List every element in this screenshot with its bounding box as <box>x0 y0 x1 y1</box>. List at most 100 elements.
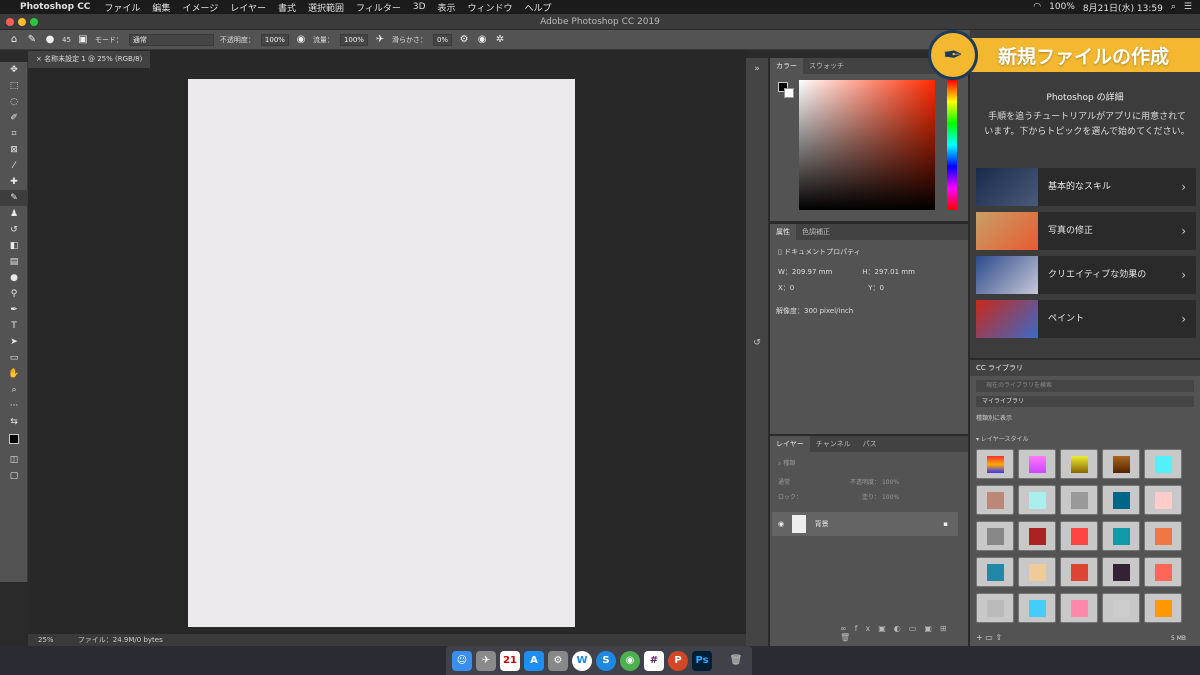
gradient-tool-icon[interactable]: ▤ <box>0 254 28 270</box>
menu-image[interactable]: イメージ <box>182 1 218 14</box>
pressure-size-icon[interactable]: ◉ <box>476 34 488 46</box>
layer-style-swatch[interactable] <box>976 485 1014 515</box>
stamp-tool-icon[interactable]: ♟ <box>0 206 28 222</box>
type-tool-icon[interactable]: T <box>0 318 28 334</box>
layer-style-swatch[interactable] <box>1144 593 1182 623</box>
layer-name[interactable]: 背景 <box>815 520 829 528</box>
layer-style-swatch[interactable] <box>1060 557 1098 587</box>
lasso-tool-icon[interactable]: ◌ <box>0 94 28 110</box>
layer-style-swatch[interactable] <box>1102 449 1140 479</box>
learn-card-basic-skills[interactable]: 基本的なスキル › <box>976 168 1196 206</box>
learn-card-photo-fix[interactable]: 写真の修正 › <box>976 212 1196 250</box>
library-search-input[interactable]: 現在のライブラリを検索 <box>976 380 1194 392</box>
foreground-background-color[interactable] <box>0 430 28 452</box>
brush-preset-icon[interactable]: ✎ <box>26 34 38 46</box>
home-icon[interactable]: ⌂ <box>8 34 20 46</box>
more-tools-icon[interactable]: ··· <box>0 398 28 414</box>
layer-style-swatch[interactable] <box>1018 593 1056 623</box>
fill-input[interactable]: 100% <box>882 494 899 501</box>
eyedropper-tool-icon[interactable]: ⁄ <box>0 158 28 174</box>
chrome-icon[interactable]: ◉ <box>620 650 640 671</box>
layer-actions[interactable]: ∞fx▣◐▭▣⊞🗑 <box>840 624 968 642</box>
layer-style-swatch[interactable] <box>1102 485 1140 515</box>
tab-adjustments[interactable]: 色調補正 <box>796 224 836 240</box>
layer-style-swatch[interactable] <box>1144 557 1182 587</box>
background-color-swatch[interactable] <box>784 88 794 98</box>
wifi-icon[interactable]: ◠ <box>1033 2 1041 12</box>
battery-text[interactable]: 100% <box>1049 2 1075 12</box>
smoothing-input[interactable]: 0% <box>432 33 453 46</box>
layer-style-swatch[interactable] <box>1060 485 1098 515</box>
menu-filter[interactable]: フィルター <box>356 1 401 14</box>
x-value[interactable]: X：0 <box>778 283 794 293</box>
layer-style-swatch[interactable] <box>976 521 1014 551</box>
height-value[interactable]: H：297.01 mm <box>862 267 915 277</box>
powerpoint-icon[interactable]: P <box>668 650 688 671</box>
calendar-icon[interactable]: 21 <box>500 650 520 671</box>
tab-swatches[interactable]: スウォッチ <box>803 58 850 74</box>
layer-filter-select[interactable]: ⌕ 種類 <box>770 452 968 474</box>
layer-style-swatch[interactable] <box>1102 557 1140 587</box>
app-store-icon[interactable]: A <box>524 650 544 671</box>
menu-layer[interactable]: レイヤー <box>230 1 266 14</box>
tab-properties[interactable]: 属性 <box>770 224 796 240</box>
skype-icon[interactable]: S <box>596 650 616 671</box>
menu-edit[interactable]: 編集 <box>152 1 170 14</box>
layer-style-swatch[interactable] <box>1060 521 1098 551</box>
menu-app-name[interactable]: Photoshop CC <box>20 2 90 12</box>
dodge-tool-icon[interactable]: ⚲ <box>0 286 28 302</box>
layer-style-swatch[interactable] <box>1144 449 1182 479</box>
opacity-input[interactable]: 100% <box>260 33 289 46</box>
tab-paths[interactable]: パス <box>857 436 883 452</box>
shape-tool-icon[interactable]: ▭ <box>0 350 28 366</box>
tab-color[interactable]: カラー <box>770 58 803 74</box>
layer-style-swatch[interactable] <box>1144 521 1182 551</box>
symmetry-icon[interactable]: ✲ <box>494 34 506 46</box>
menu-help[interactable]: ヘルプ <box>525 1 552 14</box>
healing-tool-icon[interactable]: ✚ <box>0 174 28 190</box>
menu-file[interactable]: ファイル <box>104 1 140 14</box>
layer-row-background[interactable]: ◉ 背景 ▪ <box>772 512 958 536</box>
layer-style-swatch[interactable] <box>976 593 1014 623</box>
layer-opacity-input[interactable]: 100% <box>882 479 899 486</box>
library-select[interactable]: マイライブラリ <box>976 396 1194 407</box>
photoshop-icon[interactable]: Ps <box>692 650 712 671</box>
launchpad-icon[interactable]: ✈ <box>476 650 496 671</box>
zoom-tool-icon[interactable]: ⌕ <box>0 382 28 398</box>
hand-tool-icon[interactable]: ✋ <box>0 366 28 382</box>
layer-style-swatch[interactable] <box>1018 449 1056 479</box>
color-field[interactable] <box>799 80 935 210</box>
trash-icon[interactable]: 🗑 <box>726 651 746 671</box>
finder-icon[interactable]: ☺ <box>452 650 472 671</box>
move-tool-icon[interactable]: ✥ <box>0 62 28 78</box>
menu-view[interactable]: 表示 <box>438 1 456 14</box>
layer-style-swatch[interactable] <box>1102 521 1140 551</box>
eye-icon[interactable]: ◉ <box>778 520 784 528</box>
section-header[interactable]: ▾ レイヤースタイル <box>970 424 1200 445</box>
learn-card-creative-effects[interactable]: クリエイティブな効果の › <box>976 256 1196 294</box>
quick-select-tool-icon[interactable]: ✐ <box>0 110 28 126</box>
pressure-opacity-icon[interactable]: ◉ <box>295 34 307 46</box>
frame-tool-icon[interactable]: ⊠ <box>0 142 28 158</box>
brush-panel-icon[interactable]: ▣ <box>77 34 89 46</box>
menu-type[interactable]: 書式 <box>278 1 296 14</box>
history-panel-icon[interactable]: ↺ <box>749 336 765 350</box>
pen-tool-icon[interactable]: ✒ <box>0 302 28 318</box>
brush-size-icon[interactable]: ● <box>44 34 56 46</box>
zoom-window-button[interactable] <box>30 18 38 26</box>
document-tab[interactable]: × 名称未設定 1 @ 25% (RGB/8) <box>28 51 151 68</box>
layer-style-swatch[interactable] <box>1018 485 1056 515</box>
layer-style-swatch[interactable] <box>976 557 1014 587</box>
wordpress-icon[interactable]: W <box>572 650 592 671</box>
layer-style-swatch[interactable] <box>1060 449 1098 479</box>
y-value[interactable]: Y：0 <box>868 283 884 293</box>
layer-style-swatch[interactable] <box>1018 521 1056 551</box>
layer-style-swatch[interactable] <box>976 449 1014 479</box>
file-info[interactable]: ファイル：24.9M/0 bytes <box>78 636 163 644</box>
blur-tool-icon[interactable]: ● <box>0 270 28 286</box>
close-window-button[interactable] <box>6 18 14 26</box>
crop-tool-icon[interactable]: ⌗ <box>0 126 28 142</box>
add-asset-icon[interactable]: + ▭ ⇧ <box>976 633 1002 642</box>
mode-select[interactable]: 通常 <box>128 33 214 46</box>
menu-window[interactable]: ウィンドウ <box>468 1 513 14</box>
